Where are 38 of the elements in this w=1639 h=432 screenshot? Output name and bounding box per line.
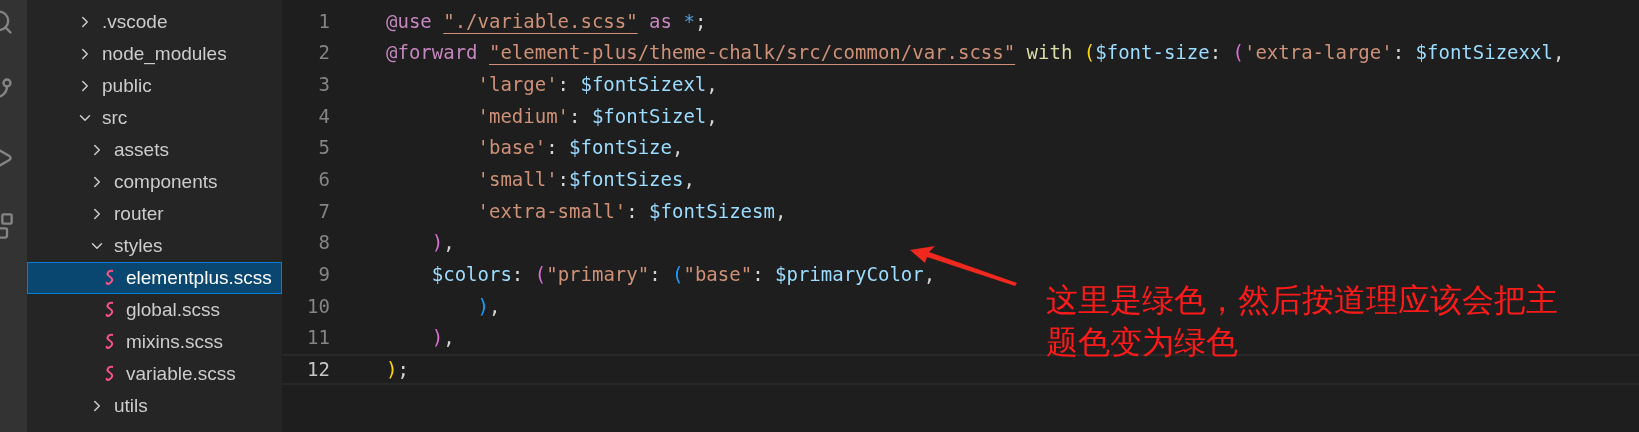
- line-number: 2: [317, 40, 330, 66]
- code-line: 'base': $fontSize,: [476, 135, 684, 161]
- folder-item[interactable]: node_modules: [27, 38, 282, 70]
- folder-item[interactable]: utils: [27, 390, 282, 422]
- line-number: 10: [306, 293, 330, 319]
- folder-item[interactable]: public: [27, 70, 282, 102]
- folder-item[interactable]: .vscode: [27, 6, 282, 38]
- code-line: ),: [430, 325, 455, 351]
- line-number: 12: [306, 357, 330, 383]
- code-line: $colors: ("primary": ("base": $primaryColor,: [430, 262, 936, 288]
- code-line: ),: [430, 230, 455, 256]
- line-number: 8: [317, 230, 330, 256]
- code-line: );: [386, 357, 409, 383]
- folder-item[interactable]: router: [27, 198, 282, 230]
- line-number: 3: [317, 71, 330, 97]
- file-item[interactable]: mixins.scss: [27, 326, 282, 358]
- annotation-text: 这里是绿色，然后按道理应该会把主题色变为绿色: [1046, 280, 1559, 363]
- file-item[interactable]: variable.scss: [27, 358, 282, 390]
- line-number: 4: [317, 103, 330, 129]
- code-line: 'large': $fontSizexl,: [476, 71, 718, 97]
- folder-item[interactable]: src: [27, 102, 282, 134]
- code-line: @forward "element-plus/theme-chalk/src/common/var.scss" with ($font-size: ('extra-large': $fontSizexxl,: [386, 40, 1565, 66]
- code-line: @use "./variable.scss" as *;: [386, 8, 707, 34]
- code-line: 'medium': $fontSizel,: [476, 103, 718, 129]
- code-line: 'extra-small': $fontSizesm,: [476, 198, 787, 224]
- line-number: 9: [317, 262, 330, 288]
- folder-item[interactable]: assets: [27, 134, 282, 166]
- folder-item[interactable]: components: [27, 166, 282, 198]
- line-number: 1: [317, 8, 330, 34]
- line-number: 6: [317, 167, 330, 193]
- line-number: 11: [306, 325, 330, 351]
- line-number: 7: [317, 198, 330, 224]
- line-number: 5: [317, 135, 330, 161]
- code-line: ),: [476, 293, 501, 319]
- file-item[interactable]: global.scss: [27, 294, 282, 326]
- folder-item[interactable]: styles: [27, 230, 282, 262]
- code-line: 'small':$fontSizes,: [476, 167, 695, 193]
- file-item[interactable]: elementplus.scss: [27, 262, 282, 294]
